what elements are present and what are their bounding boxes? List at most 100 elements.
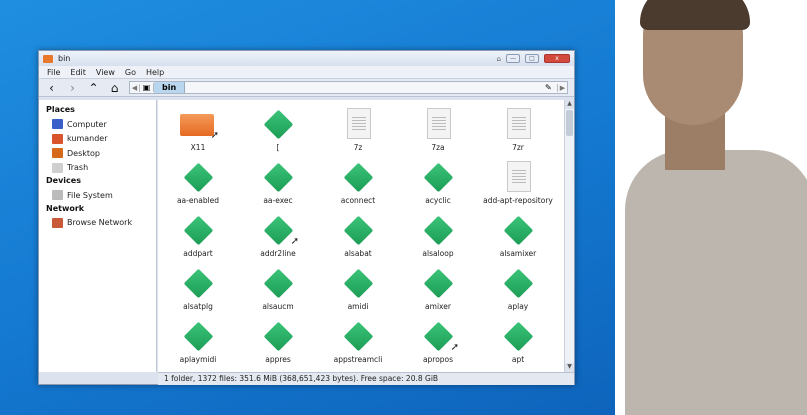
file-item[interactable]: aconnect — [318, 157, 398, 210]
symlink-arrow-icon: ➚ — [290, 236, 299, 247]
file-item[interactable]: add-apt-repository — [478, 157, 558, 210]
maximize-button[interactable]: □ — [525, 54, 539, 63]
sidebar-item-trash[interactable]: Trash — [45, 161, 150, 176]
file-name: appstreamcli — [333, 355, 383, 364]
status-bar: 1 folder, 1372 files: 351.6 MiB (368,651… — [158, 372, 574, 385]
executable-icon — [503, 215, 534, 246]
breadcrumb-bin[interactable]: bin — [154, 82, 186, 93]
file-item[interactable]: appstreamcli — [318, 316, 398, 369]
vertical-scrollbar[interactable]: ▲ ▼ — [564, 100, 574, 372]
executable-icon — [343, 162, 374, 193]
file-name: aplaymidi — [179, 355, 217, 364]
executable-icon — [503, 268, 534, 299]
menu-edit[interactable]: Edit — [70, 68, 86, 77]
executable-icon — [183, 162, 214, 193]
sidebar-item-file-system[interactable]: File System — [45, 188, 150, 203]
file-item[interactable]: apt — [478, 316, 558, 369]
file-item[interactable]: aplay — [478, 263, 558, 316]
scroll-up-icon[interactable]: ▲ — [565, 100, 574, 109]
symlink-arrow-icon: ➚ — [450, 342, 459, 353]
minimize-button[interactable]: — — [506, 54, 520, 63]
executable-icon — [263, 109, 294, 140]
file-item[interactable]: 7za — [398, 104, 478, 157]
file-name: apropos — [422, 355, 454, 364]
file-name: alsabat — [344, 249, 372, 258]
file-name: apt — [511, 355, 525, 364]
executable-icon: ➚ — [263, 215, 299, 247]
file-name: aa-enabled — [176, 196, 220, 205]
file-name: alsamixer — [499, 249, 537, 258]
back-icon[interactable]: ‹ — [45, 81, 58, 95]
file-item[interactable]: ➚ apropos — [398, 316, 478, 369]
place-icon — [52, 148, 63, 159]
executable-icon — [183, 268, 214, 299]
menu-help[interactable]: Help — [146, 68, 164, 77]
window-title: bin — [58, 54, 71, 63]
file-name: acyclic — [425, 196, 451, 205]
file-name: addpart — [183, 249, 213, 258]
file-item[interactable]: alsaloop — [398, 210, 478, 263]
menu-view[interactable]: View — [96, 68, 115, 77]
filesystem-root-icon[interactable]: ▣ — [140, 83, 154, 92]
file-name: aconnect — [340, 196, 376, 205]
folder-icon — [43, 54, 53, 63]
file-item[interactable]: amixer — [398, 263, 478, 316]
file-name: appres — [265, 355, 291, 364]
edit-path-icon[interactable]: ✎ — [545, 83, 557, 92]
file-item[interactable]: 7z — [318, 104, 398, 157]
sidebar-item-computer[interactable]: Computer — [45, 117, 150, 132]
file-manager-window: bin ⌂ — □ x File Edit View Go Help ‹ › ⌃… — [38, 50, 575, 385]
home-icon[interactable]: ⌂ — [108, 81, 121, 95]
menu-file[interactable]: File — [47, 68, 60, 77]
file-name: alsaucm — [262, 302, 294, 311]
shade-icon[interactable]: ⌂ — [497, 55, 501, 63]
file-item[interactable]: aa-enabled — [158, 157, 238, 210]
document-icon — [506, 161, 531, 192]
menu-go[interactable]: Go — [125, 68, 136, 77]
file-item[interactable]: aa-exec — [238, 157, 318, 210]
scroll-down-icon[interactable]: ▼ — [565, 363, 574, 372]
scroll-thumb[interactable] — [566, 110, 573, 136]
file-item[interactable]: ➚ X11 — [158, 104, 238, 157]
title-bar[interactable]: bin ⌂ — □ x — [39, 51, 574, 66]
sidebar-item-browse-network[interactable]: Browse Network — [45, 216, 150, 231]
file-item[interactable]: amidi — [318, 263, 398, 316]
path-scroll-right-icon[interactable]: ▶ — [557, 83, 567, 92]
file-name: [ — [276, 143, 280, 152]
file-item[interactable]: alsamixer — [478, 210, 558, 263]
file-item[interactable]: 7zr — [478, 104, 558, 157]
executable-icon — [423, 215, 454, 246]
close-button[interactable]: x — [544, 54, 570, 63]
path-scroll-left-icon[interactable]: ◀ — [130, 83, 140, 92]
file-item[interactable]: [ — [238, 104, 318, 157]
file-name: aplay — [507, 302, 529, 311]
person-photo-overlay — [615, 0, 807, 415]
file-item[interactable]: addpart — [158, 210, 238, 263]
forward-icon[interactable]: › — [66, 81, 79, 95]
file-item[interactable]: acyclic — [398, 157, 478, 210]
file-name: alsaloop — [422, 249, 454, 258]
toolbar: ‹ › ⌃ ⌂ ◀ ▣ bin ✎ ▶ — [39, 79, 574, 97]
folder-icon: ➚ — [180, 112, 219, 141]
sidebar-item-kumander[interactable]: kumander — [45, 132, 150, 147]
menu-bar: File Edit View Go Help — [39, 66, 574, 79]
symlink-arrow-icon: ➚ — [210, 130, 219, 141]
file-item[interactable]: aplaymidi — [158, 316, 238, 369]
executable-icon — [503, 321, 534, 352]
file-item[interactable]: ➚ addr2line — [238, 210, 318, 263]
executable-icon — [423, 268, 454, 299]
up-icon[interactable]: ⌃ — [87, 81, 100, 95]
file-item[interactable]: alsabat — [318, 210, 398, 263]
sidebar-item-desktop[interactable]: Desktop — [45, 146, 150, 161]
file-item[interactable]: alsaucm — [238, 263, 318, 316]
file-name: amixer — [425, 302, 451, 311]
file-name: 7zr — [512, 143, 524, 152]
file-item[interactable]: alsatplg — [158, 263, 238, 316]
place-icon — [52, 162, 63, 173]
place-icon — [52, 119, 63, 130]
file-item[interactable]: appres — [238, 316, 318, 369]
sidebar-item-label: kumander — [67, 134, 108, 144]
sidebar-item-label: Trash — [67, 163, 89, 173]
place-icon — [52, 133, 63, 144]
executable-icon — [343, 215, 374, 246]
